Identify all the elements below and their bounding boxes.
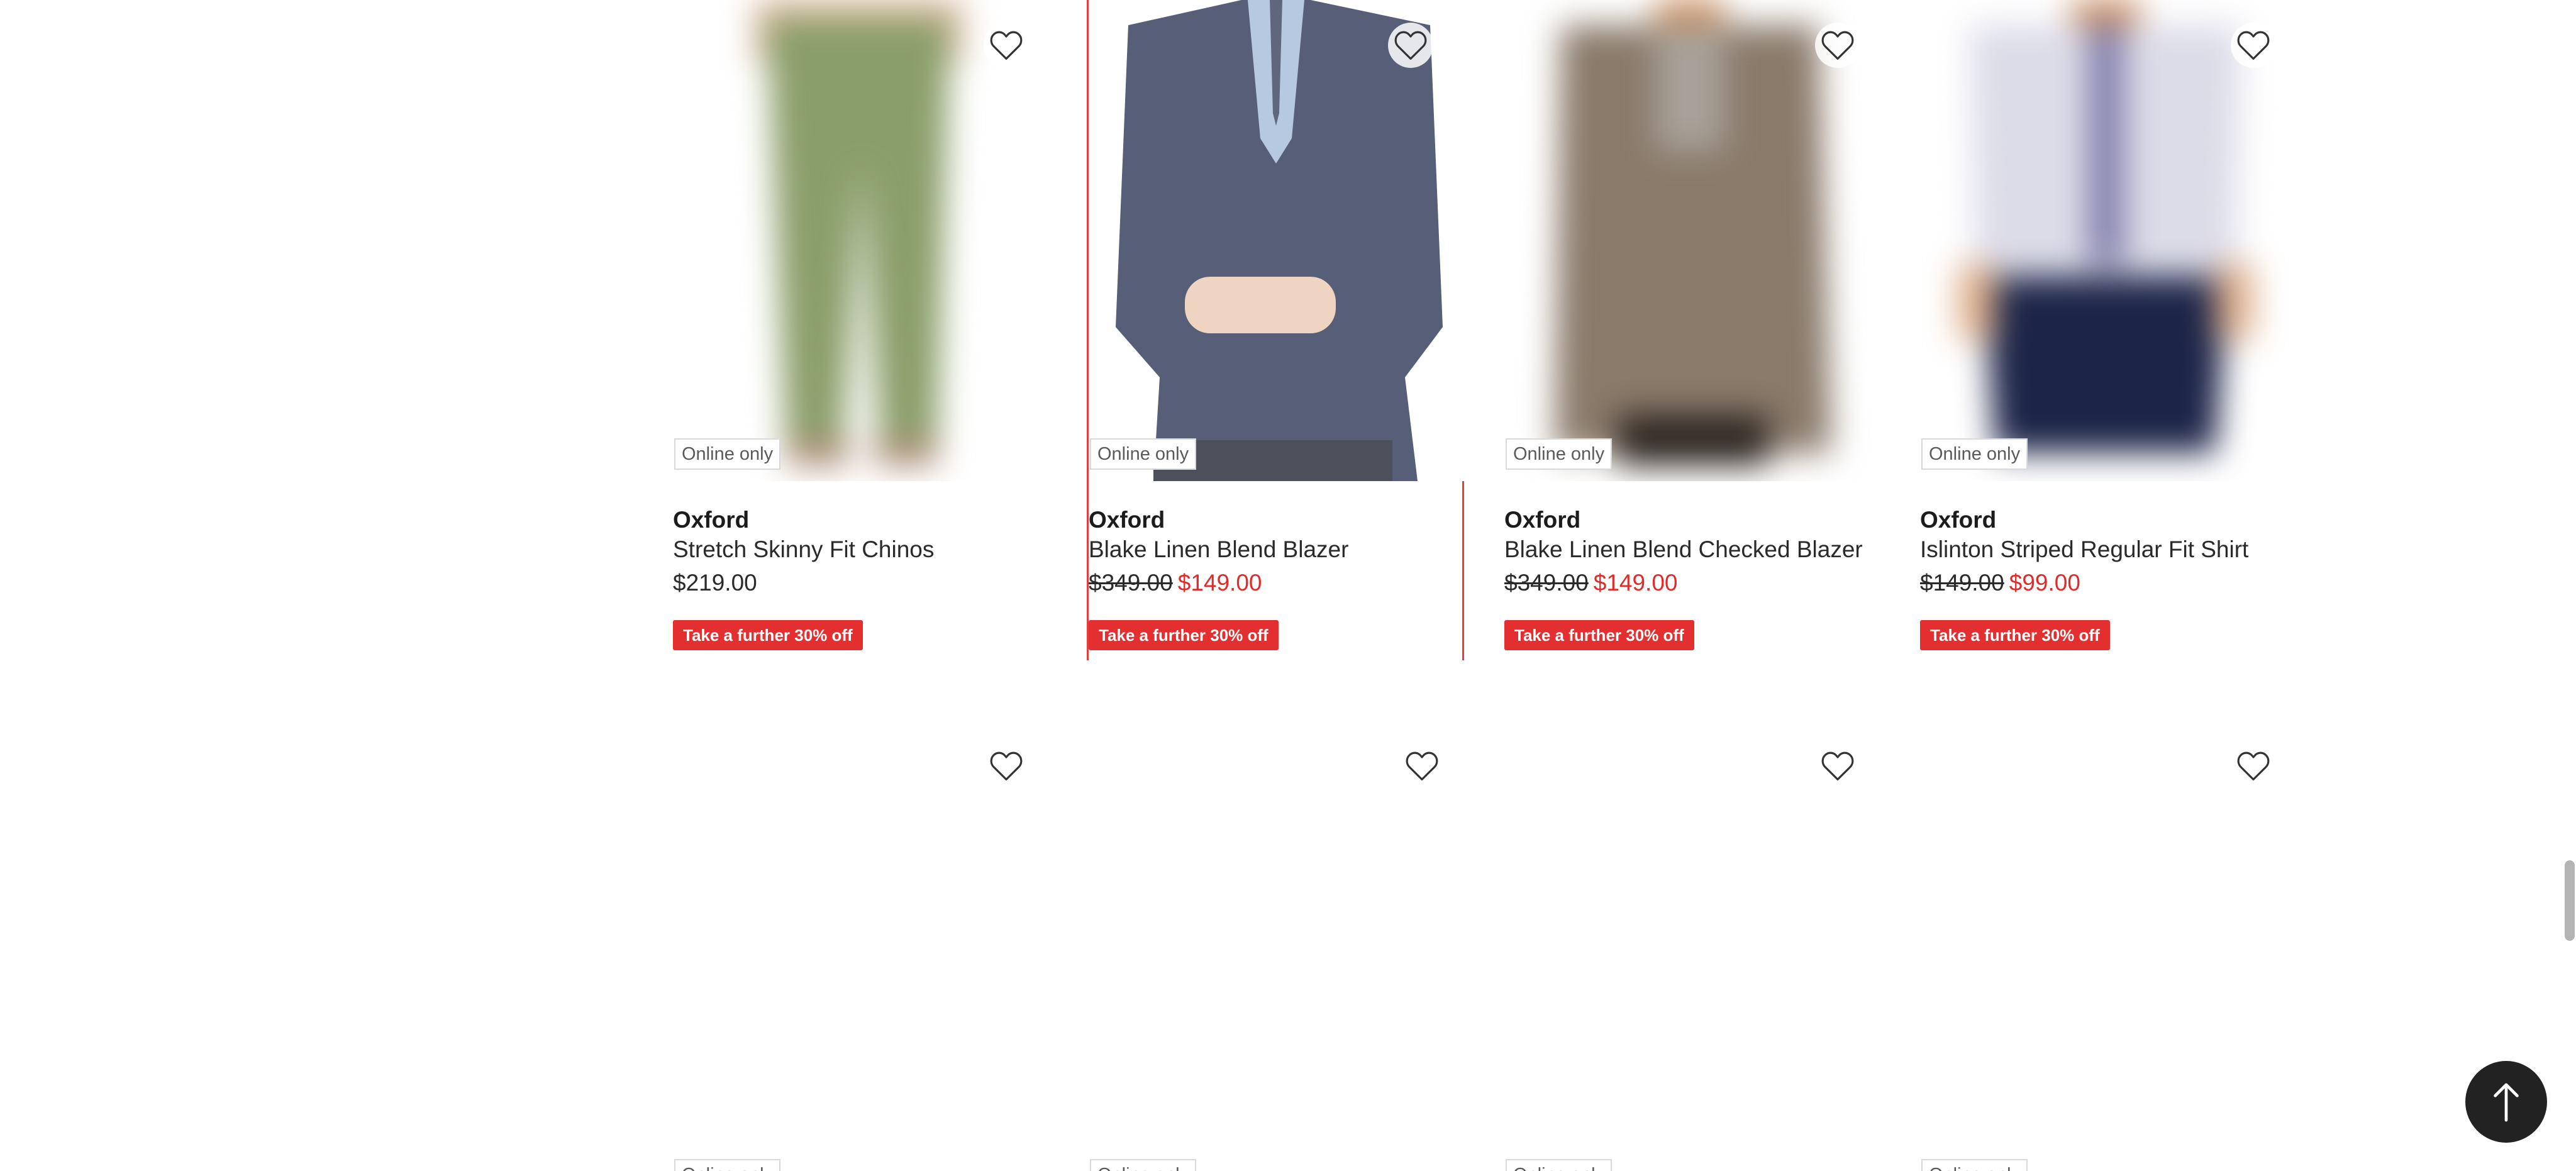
heart-outline-icon [2237, 752, 2270, 780]
heart-outline-icon [1394, 31, 1427, 60]
sale-price: $99.00 [2009, 570, 2080, 596]
online-only-badge: Online only [1090, 438, 1197, 470]
sale-price: $149.00 [1177, 570, 1262, 596]
product-card[interactable]: Online only [1504, 721, 1878, 1171]
heart-outline-icon [990, 752, 1023, 780]
arrow-up-icon [2494, 1083, 2519, 1122]
product-image[interactable] [673, 0, 1046, 481]
was-price: $349.00 [1089, 570, 1173, 596]
sale-price: $149.00 [1593, 570, 1678, 596]
heart-outline-icon [2237, 31, 2270, 60]
product-name[interactable]: Blake Linen Blend Checked Blazer [1504, 536, 1863, 563]
regular-price: $219.00 [673, 570, 757, 596]
was-price: $349.00 [1504, 570, 1589, 596]
product-name[interactable]: Blake Linen Blend Blazer [1089, 536, 1348, 563]
promo-badge: Take a further 30% off [673, 620, 863, 650]
was-price: $149.00 [1920, 570, 2004, 596]
product-card[interactable]: Online only [1089, 721, 1462, 1171]
favourite-button[interactable] [984, 23, 1029, 68]
product-price: $149.00 $99.00 [1920, 570, 2080, 596]
product-card[interactable]: Online only Oxford Blake Linen Blend Bla… [1087, 0, 1464, 660]
heart-outline-icon [1821, 752, 1854, 780]
product-card[interactable]: Online only Oxford Islinton Striped Regu… [1920, 0, 2294, 660]
page-scrollbar[interactable] [2562, 0, 2576, 1171]
product-name[interactable]: Islinton Striped Regular Fit Shirt [1920, 536, 2248, 563]
promo-badge: Take a further 30% off [1089, 620, 1279, 650]
product-price: $349.00 $149.00 [1504, 570, 1678, 596]
back-to-top-button[interactable] [2465, 1061, 2547, 1143]
scrollbar-thumb[interactable] [2565, 860, 2575, 941]
product-card[interactable]: Online only Oxford Stretch Skinny Fit Ch… [673, 0, 1046, 660]
product-brand[interactable]: Oxford [1920, 507, 1996, 533]
online-only-badge: Online only [1921, 438, 2028, 470]
online-only-badge: Online only [674, 438, 781, 470]
product-card[interactable]: Online only [673, 721, 1046, 1171]
favourite-button[interactable] [2231, 23, 2276, 68]
favourite-button[interactable] [984, 743, 1029, 789]
favourite-button[interactable] [2231, 743, 2276, 789]
product-image[interactable] [1920, 0, 2294, 481]
product-grid: Online only Oxford Stretch Skinny Fit Ch… [0, 0, 2576, 1171]
product-name[interactable]: Stretch Skinny Fit Chinos [673, 536, 934, 563]
favourite-button[interactable] [1388, 23, 1433, 68]
product-brand[interactable]: Oxford [673, 507, 749, 533]
favourite-button[interactable] [1815, 743, 1860, 789]
online-only-badge: Online only [1506, 1159, 1613, 1171]
product-photo [1091, 0, 1464, 481]
product-photo [673, 0, 1046, 481]
product-card[interactable]: Online only [1920, 721, 2294, 1171]
product-price: $349.00 $149.00 [1089, 570, 1262, 596]
promo-badge: Take a further 30% off [1920, 620, 2110, 650]
product-card[interactable]: Online only Oxford Blake Linen Blend Che… [1504, 0, 1878, 660]
product-photo [1504, 0, 1878, 481]
online-only-badge: Online only [1506, 438, 1613, 470]
favourite-button[interactable] [1399, 743, 1445, 789]
favourite-button[interactable] [1815, 23, 1860, 68]
online-only-badge: Online only [674, 1159, 781, 1171]
promo-badge: Take a further 30% off [1504, 620, 1694, 650]
online-only-badge: Online only [1921, 1159, 2028, 1171]
product-price: $219.00 [673, 570, 757, 596]
product-brand[interactable]: Oxford [1089, 507, 1165, 533]
heart-outline-icon [1406, 752, 1438, 780]
product-brand[interactable]: Oxford [1504, 507, 1580, 533]
heart-outline-icon [1821, 31, 1854, 60]
online-only-badge: Online only [1090, 1159, 1197, 1171]
heart-outline-icon [990, 31, 1023, 60]
product-image[interactable] [1504, 0, 1878, 481]
product-image[interactable] [1091, 0, 1464, 481]
product-photo [1920, 0, 2294, 481]
